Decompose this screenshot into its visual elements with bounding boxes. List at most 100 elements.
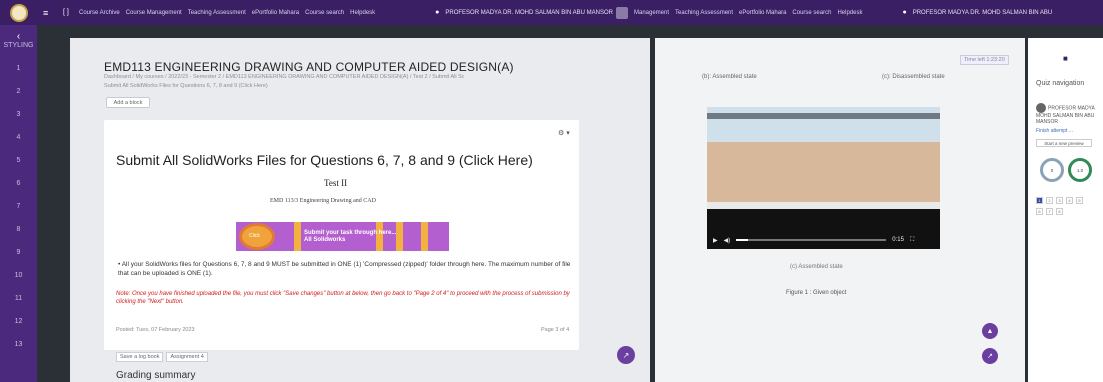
apps-grid-icon[interactable]: [ ] [63, 9, 73, 16]
submit-banner-link[interactable]: Click Submit your task through here... A… [236, 222, 449, 251]
scroll-up-icon[interactable]: ▲ [982, 323, 998, 339]
video-player[interactable]: ▶ ◀) 0:15 ⛶ [707, 107, 940, 249]
quiz-user-sub: MOHD SALMAN BIN ABU MANSOR [1036, 113, 1095, 125]
quiz-user: PROFESOR MADYA MOHD SALMAN BIN ABU MANSO… [1036, 103, 1100, 125]
question-nav-button[interactable]: 5 [1076, 197, 1083, 204]
nav-link-eportfolio[interactable]: ePortfolio Mahara [252, 10, 299, 16]
banner-stripe [294, 222, 301, 251]
activity-title: Submit All SolidWorks Files for Question… [116, 152, 533, 168]
figure-caption: Figure 1 : Given object [786, 290, 847, 296]
sidebar-item-3[interactable]: 3 [0, 111, 37, 118]
finish-attempt-link[interactable]: Finish attempt ... [1036, 128, 1073, 134]
sub-breadcrumb[interactable]: Submit All SolidWorks Files for Question… [104, 83, 268, 89]
notification-bell-icon-2[interactable]: ● [902, 9, 906, 16]
video-frame-object [707, 142, 940, 202]
progress-ring-icon: 0 [1040, 158, 1064, 182]
banner-text-line-2: All Solidworks [304, 237, 346, 243]
figure-label-disassembled: (c): Disassembled state [882, 74, 945, 80]
question-nav-button[interactable]: 7 [1046, 208, 1053, 215]
warning-note: Note: Once you have finished uploaded th… [116, 291, 570, 305]
banner-orb-label: Click [249, 233, 260, 239]
add-block-button[interactable]: Add a block [106, 97, 150, 108]
sidebar-item-12[interactable]: 12 [0, 318, 37, 325]
sidebar-item-5[interactable]: 5 [0, 157, 37, 164]
university-logo[interactable] [0, 0, 37, 25]
logo-emblem [9, 3, 28, 22]
question-nav-button[interactable]: 4 [1066, 197, 1073, 204]
video-time: 0:15 [892, 237, 904, 243]
banner-stripe [396, 222, 403, 251]
notification-bell-icon[interactable]: ● [435, 9, 439, 16]
chat-fab-icon[interactable]: ↗ [617, 346, 635, 364]
question-nav-button[interactable]: 8 [1056, 208, 1063, 215]
gear-icon[interactable]: ⚙ ▾ [558, 129, 570, 137]
video-progress [736, 239, 749, 241]
nav-link-management[interactable]: Management [634, 10, 669, 16]
hamburger-menu-icon[interactable]: ≡ [43, 8, 53, 18]
nav-link-teaching-assessment-2[interactable]: Teaching Assessment [675, 10, 733, 16]
posted-date: Posted: Tues, 07 February 2023 [116, 327, 195, 333]
nav-link-course-archive[interactable]: Course Archive [79, 10, 120, 16]
sidebar-item-10[interactable]: 10 [0, 272, 37, 279]
tag-item[interactable]: Save a log book [116, 352, 164, 362]
instruction-text: • All your SolidWorks files for Question… [118, 261, 571, 277]
ring-value: 1.0 [1076, 167, 1084, 173]
sidebar-label: STYLING [3, 42, 34, 49]
question-nav-button[interactable]: 6 [1036, 208, 1043, 215]
video-frame-base [707, 202, 940, 209]
volume-icon[interactable]: ◀) [724, 237, 731, 244]
play-icon[interactable]: ▶ [713, 237, 718, 244]
sidebar-item-8[interactable]: 8 [0, 226, 37, 233]
test-subtitle: EMD 113/3 Engineering Drawing and CAD [270, 198, 376, 204]
page-title: EMD113 ENGINEERING DRAWING AND COMPUTER … [104, 60, 514, 74]
breadcrumb[interactable]: Dashboard / My courses / 2022/23 - Semes… [104, 74, 464, 80]
start-new-preview-button[interactable]: Start a new preview [1036, 139, 1092, 147]
collapse-icon[interactable]: ‹ [0, 31, 37, 42]
grading-summary-heading: Grading summary [116, 370, 196, 381]
sidebar-item-7[interactable]: 7 [0, 203, 37, 210]
video-frame-band [707, 113, 940, 119]
fullscreen-icon[interactable]: ⛶ [910, 237, 914, 244]
progress-ring-icon: 1.0 [1068, 158, 1092, 182]
question-nav-button[interactable]: 3 [1056, 197, 1063, 204]
sidebar-item-13[interactable]: 13 [0, 341, 37, 348]
user-name-2[interactable]: PROFESOR MADYA DR. MOHD SALMAN BIN ABU [913, 10, 1053, 16]
user-avatar[interactable] [615, 6, 628, 19]
nav-link-helpdesk[interactable]: Helpdesk [350, 10, 375, 16]
nav-link-eportfolio-2[interactable]: ePortfolio Mahara [739, 10, 786, 16]
sidebar-item-11[interactable]: 11 [0, 295, 37, 302]
video-controls: ▶ ◀) 0:15 ⛶ [707, 231, 940, 249]
chat-fab-icon-2[interactable]: ↗ [982, 348, 998, 364]
banner-text-line-1: Submit your task through here... [304, 230, 397, 236]
sidebar-item-9[interactable]: 9 [0, 249, 37, 256]
top-navbar: ≡ [ ] Course Archive Course Management T… [37, 0, 1103, 25]
video-seek-bar[interactable] [736, 239, 887, 241]
nav-link-course-search-2[interactable]: Course search [792, 10, 831, 16]
user-avatar-icon [1036, 103, 1046, 113]
banner-text: Submit your task through here... All Sol… [304, 230, 396, 244]
test-title: Test II [324, 178, 348, 188]
nav-link-teaching-assessment[interactable]: Teaching Assessment [188, 10, 246, 16]
timer-badge: Time left 1:23:20 [960, 55, 1009, 65]
question-nav-button[interactable]: 2 [1046, 197, 1053, 204]
nav-link-helpdesk-2[interactable]: Helpdesk [837, 10, 862, 16]
tag-item[interactable]: Assignment 4 [166, 352, 208, 362]
nav-link-course-management[interactable]: Course Management [126, 10, 182, 16]
ring-value: 0 [1050, 167, 1054, 173]
figure-caption-state: (c) Assembled state [790, 264, 843, 270]
sidebar-item-2[interactable]: 2 [0, 88, 37, 95]
left-sidebar: ‹ STYLING 1 2 3 4 5 6 7 8 9 10 11 12 13 [0, 0, 37, 382]
page-indicator: Page 3 of 4 [541, 327, 570, 333]
figure-label-assembled: (b): Assembled state [702, 74, 757, 80]
nav-link-course-search[interactable]: Course search [305, 10, 344, 16]
question-nav-button[interactable]: 1 [1036, 197, 1043, 204]
user-name[interactable]: PROFESOR MADYA DR. MOHD SALMAN BIN ABU M… [445, 10, 613, 16]
banner-stripe [421, 222, 428, 251]
quiz-navigation-title: Quiz navigation [1036, 80, 1085, 87]
drawer-toggle-icon[interactable]: ■ [1063, 54, 1068, 63]
sidebar-item-6[interactable]: 6 [0, 180, 37, 187]
tag-list: Save a log book Assignment 4 [116, 352, 208, 362]
sidebar-item-4[interactable]: 4 [0, 134, 37, 141]
quiz-user-name: PROFESOR MADYA [1048, 105, 1095, 112]
sidebar-item-1[interactable]: 1 [0, 65, 37, 72]
